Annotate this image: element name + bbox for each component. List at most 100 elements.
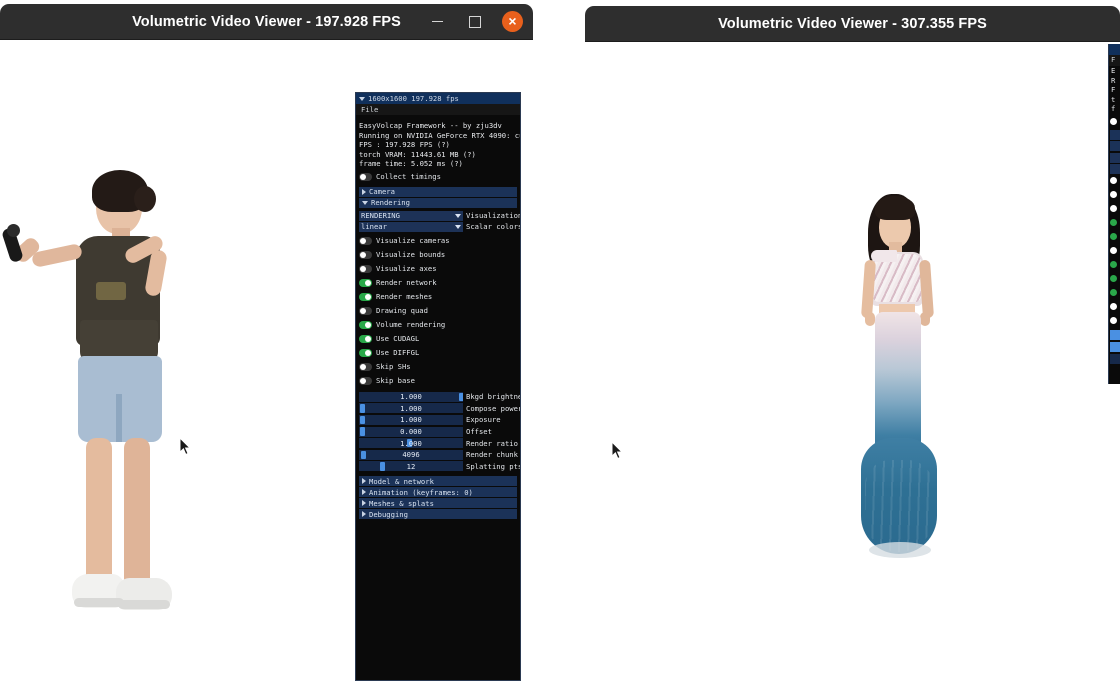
- toggle-skip-shs[interactable]: Skip SHs: [359, 360, 517, 374]
- skip-shs-label: Skip SHs: [376, 362, 411, 372]
- toggle-render-meshes[interactable]: Render meshes: [359, 290, 517, 304]
- section-header-rendering[interactable]: Rendering: [359, 197, 517, 208]
- menu-file[interactable]: File: [361, 105, 378, 114]
- left-viewer-window: Volumetric Video Viewer - 197.928 FPS ×: [0, 4, 533, 700]
- chevron-down-icon[interactable]: [455, 213, 461, 218]
- toggle-skip-base[interactable]: Skip base: [359, 374, 517, 388]
- visualization-label: Visualization: [466, 211, 521, 221]
- volume-rendering-toggle-icon[interactable]: [359, 321, 372, 329]
- offset-slider[interactable]: 0.000: [359, 426, 463, 437]
- visualization-value: RENDERING: [361, 211, 400, 221]
- slider-splatting-pts[interactable]: 12 Splatting pts: [359, 461, 520, 473]
- info-vram: torch VRAM: 11443.61 MB (?): [359, 149, 476, 159]
- drawing-quad-label: Drawing quad: [376, 306, 428, 316]
- render-meshes-toggle-icon[interactable]: [359, 293, 372, 301]
- bkgd-brightness-slider[interactable]: 1.000: [359, 391, 463, 402]
- volumetric-subject-left: [0, 170, 210, 700]
- chevron-down-icon[interactable]: [455, 224, 461, 229]
- maximize-button[interactable]: [464, 11, 486, 33]
- collapse-triangle-icon[interactable]: [359, 96, 365, 101]
- slider-render-chunk[interactable]: 4096 Render chunk: [359, 449, 518, 461]
- info-framework: EasyVolcap Framework -- by zju3dv: [359, 121, 502, 130]
- compose-power-value: 1.000: [400, 403, 422, 413]
- visualize-axes-label: Visualize axes: [376, 264, 437, 274]
- section-header-meshes-splats[interactable]: Meshes & splats: [359, 498, 517, 509]
- section-header-camera[interactable]: Camera: [359, 186, 517, 197]
- screen-root: Volumetric Video Viewer - 197.928 FPS ×: [0, 0, 1120, 700]
- toggle-visualize-bounds[interactable]: Visualize bounds: [359, 248, 517, 262]
- skip-shs-toggle-icon[interactable]: [359, 363, 372, 371]
- section-header-model-network[interactable]: Model & network: [359, 476, 517, 487]
- skip-base-toggle-icon[interactable]: [359, 377, 372, 385]
- toggle-collect-timings[interactable]: Collect timings: [359, 170, 517, 184]
- render-chunk-label: Render chunk: [466, 450, 518, 460]
- exposure-slider[interactable]: 1.000: [359, 414, 463, 425]
- toggle-drawing-quad[interactable]: Drawing quad: [359, 304, 517, 318]
- exposure-label: Exposure: [466, 415, 501, 425]
- slider-render-ratio[interactable]: 1.000 Render ratio: [359, 437, 518, 449]
- imgui-control-panel[interactable]: 1600x1600 197.928 fps File EasyVolcap Fr…: [355, 92, 521, 681]
- chevron-right-icon: [362, 489, 366, 496]
- combo-scalar-colors[interactable]: linear Scalar colors: [359, 221, 520, 232]
- skip-base-label: Skip base: [376, 376, 415, 386]
- splatting-pts-label: Splatting pts: [466, 461, 521, 471]
- volumetric-subject-right: [835, 192, 975, 612]
- left-render-canvas[interactable]: 1600x1600 197.928 fps File EasyVolcap Fr…: [0, 40, 533, 700]
- section-animation-label: Animation (keyframes: 0): [369, 487, 473, 497]
- section-model-network-label: Model & network: [369, 476, 434, 486]
- visualize-bounds-toggle-icon[interactable]: [359, 251, 372, 259]
- use-cudagl-label: Use CUDAGL: [376, 334, 420, 344]
- chevron-right-icon: [362, 188, 366, 195]
- close-icon: ×: [508, 12, 517, 29]
- slider-exposure[interactable]: 1.000 Exposure: [359, 414, 517, 426]
- toggle-visualize-cameras[interactable]: Visualize cameras: [359, 234, 517, 248]
- toggle-visualize-axes[interactable]: Visualize axes: [359, 262, 517, 276]
- left-window-title: Volumetric Video Viewer - 197.928 FPS: [132, 13, 401, 30]
- compose-power-label: Compose power: [466, 403, 521, 413]
- minimize-button[interactable]: [426, 11, 448, 33]
- splatting-pts-slider[interactable]: 12: [359, 461, 463, 472]
- visualize-cameras-toggle-icon[interactable]: [359, 237, 372, 245]
- use-cudagl-toggle-icon[interactable]: [359, 335, 372, 343]
- mouse-cursor-right: [612, 442, 624, 460]
- close-button[interactable]: ×: [502, 11, 523, 32]
- toggle-use-cudagl[interactable]: Use CUDAGL: [359, 332, 517, 346]
- drawing-quad-toggle-icon[interactable]: [359, 307, 372, 315]
- section-rendering-label: Rendering: [371, 198, 410, 208]
- visualize-axes-toggle-icon[interactable]: [359, 265, 372, 273]
- info-device: Running on NVIDIA GeForce RTX 4090: cuda…: [359, 130, 521, 140]
- toggle-use-diffgl[interactable]: Use DIFFGL: [359, 346, 517, 360]
- mouse-cursor-left: [180, 438, 192, 456]
- info-frame-time: frame time: 5.052 ms (?): [359, 159, 463, 169]
- section-header-debugging[interactable]: Debugging: [359, 509, 517, 520]
- render-chunk-slider[interactable]: 4096: [359, 449, 463, 460]
- panel-titlebar[interactable]: 1600x1600 197.928 fps: [356, 93, 520, 104]
- scalar-colors-combo[interactable]: linear: [359, 221, 463, 232]
- collect-timings-toggle-icon[interactable]: [359, 173, 372, 181]
- left-window-titlebar[interactable]: Volumetric Video Viewer - 197.928 FPS ×: [0, 4, 533, 40]
- toggle-volume-rendering[interactable]: Volume rendering: [359, 318, 517, 332]
- toggle-render-network[interactable]: Render network: [359, 276, 517, 290]
- slider-offset[interactable]: 0.000 Offset: [359, 426, 517, 438]
- section-header-animation[interactable]: Animation (keyframes: 0): [359, 487, 517, 498]
- imgui-control-panel-sliver[interactable]: F ERFtf: [1108, 44, 1120, 384]
- use-diffgl-label: Use DIFFGL: [376, 348, 420, 358]
- render-meshes-label: Render meshes: [376, 292, 433, 302]
- right-window-titlebar[interactable]: Volumetric Video Viewer - 307.355 FPS: [585, 6, 1120, 42]
- splatting-pts-value: 12: [406, 461, 416, 471]
- compose-power-slider[interactable]: 1.000: [359, 403, 463, 414]
- combo-visualization[interactable]: RENDERING Visualization: [359, 210, 520, 221]
- bkgd-brightness-value: 1.000: [400, 392, 422, 402]
- panel-menubar[interactable]: File: [356, 104, 520, 115]
- render-network-label: Render network: [376, 278, 437, 288]
- visualization-combo[interactable]: RENDERING: [359, 210, 463, 221]
- slider-compose-power[interactable]: 1.000 Compose power: [359, 403, 520, 415]
- render-ratio-slider[interactable]: 1.000: [359, 438, 463, 449]
- right-render-canvas[interactable]: [585, 42, 1120, 700]
- render-network-toggle-icon[interactable]: [359, 279, 372, 287]
- use-diffgl-toggle-icon[interactable]: [359, 349, 372, 357]
- chevron-right-icon: [362, 478, 366, 485]
- offset-label: Offset: [466, 427, 492, 437]
- right-viewer-window: Volumetric Video Viewer - 307.355 FPS F …: [585, 6, 1120, 700]
- slider-bkgd-brightness[interactable]: 1.000 Bkgd brightne: [359, 391, 520, 403]
